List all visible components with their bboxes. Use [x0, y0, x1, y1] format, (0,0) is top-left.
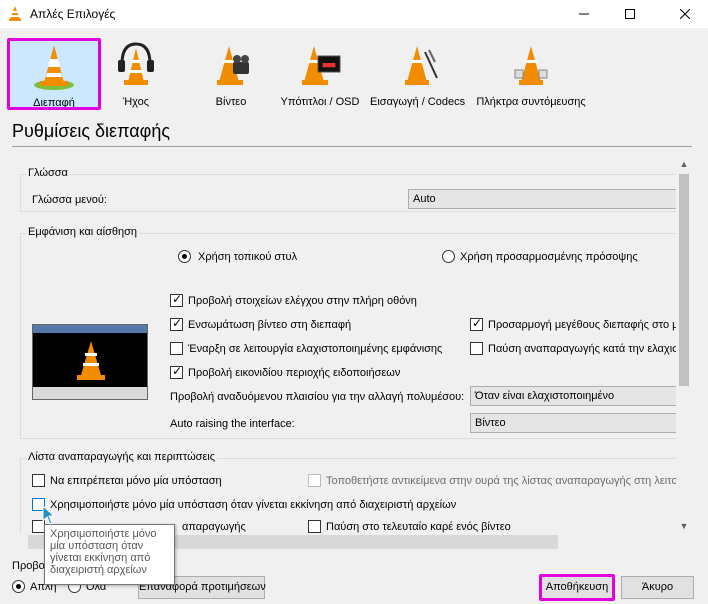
resize-interface-label: Προσαρμογή μεγέθους διεπαφής στο μ [488, 319, 679, 331]
minimal-mode-checkbox[interactable] [170, 342, 183, 355]
tooltip-line: Χρησιμοποιήστε μόνο [50, 528, 157, 540]
fullscreen-controls-checkbox[interactable] [170, 292, 183, 307]
custom-skin-label: Χρήση προσαρμοσμένης πρόσοψης [460, 251, 638, 263]
pause-last-frame-label: Παύση στο τελευταίο καρέ ενός βίντεο [326, 521, 511, 533]
look-feel-group-title: Εμφάνιση και αίσθηση [26, 226, 140, 238]
one-instance-checkbox[interactable] [32, 474, 45, 487]
category-label: Βίντεο [215, 96, 247, 108]
category-toolbar: Διεπαφή Ήχος Βίντεο ■■■ Υπότιτλοι / OSD … [0, 28, 708, 112]
enqueue-checkbox[interactable] [308, 474, 321, 487]
scroll-up-icon[interactable]: ▲ [676, 156, 692, 172]
video-cone-icon [209, 42, 253, 93]
native-style-radio[interactable] [178, 250, 191, 263]
enqueue-label: Τοποθετήστε αντικείμενα στην ουρά της λί… [326, 475, 684, 487]
vertical-scrollbar[interactable]: ▲ ▼ [676, 156, 692, 534]
close-button[interactable] [662, 0, 708, 28]
embed-video-label: Ενσωμάτωση βίντεο στη διεπαφή [188, 319, 352, 331]
input-codecs-cone-icon [395, 42, 439, 93]
settings-panel: Γλώσσα Γλώσσα μενού: Auto Εμφάνιση και α… [12, 156, 692, 534]
title-separator [12, 146, 692, 147]
fullscreen-controls-label: Προβολή στοιχείων ελέγχου στην πλήρη οθό… [188, 295, 417, 307]
vlc-cone-icon [7, 5, 23, 24]
one-instance-label: Να επιτρέπεται μόνο μία υπόσταση [50, 475, 222, 487]
audio-headphones-icon [114, 42, 158, 93]
playlist-group-title: Λίστα αναπαραγωγής και περιπτώσεις [26, 451, 218, 463]
category-hotkeys[interactable]: Πλήκτρα συντόμευσης [476, 39, 586, 109]
systray-icon-label: Προβολή εικονιδίου περιοχής ειδοποιήσεων [188, 367, 401, 379]
tooltip-line: γίνεται εκκίνηση από [50, 552, 151, 564]
hotkeys-cone-icon [509, 42, 553, 93]
resize-interface-checkbox[interactable] [470, 316, 483, 331]
category-label: Υπότιτλοι / OSD [280, 96, 360, 108]
category-label: Εισαγωγή / Codecs [370, 96, 466, 108]
language-group-title: Γλώσσα [26, 167, 70, 179]
minimize-button[interactable] [561, 0, 607, 28]
media-change-popup-label: Προβολή αναδυόμενου πλαισίου για την αλλ… [170, 391, 465, 403]
menu-language-select[interactable]: Auto [408, 189, 680, 209]
auto-raise-label: Auto raising the interface: [170, 418, 295, 430]
menu-language-label: Γλώσσα μενού: [32, 194, 107, 206]
tooltip: Χρησιμοποιήστε μόνο μία υπόσταση όταν γί… [44, 524, 175, 585]
scrollbar-thumb[interactable] [679, 174, 689, 386]
svg-text:■■■: ■■■ [323, 61, 336, 69]
window-title: Απλές Επιλογές [30, 7, 116, 21]
category-video[interactable]: Βίντεο [196, 39, 266, 109]
category-label: Πλήκτρα συντόμευσης [476, 96, 586, 108]
category-subtitles[interactable]: ■■■ Υπότιτλοι / OSD [280, 39, 360, 109]
tooltip-line: διαχειριστή αρχείων [50, 564, 147, 576]
show-settings-label: Προβο [12, 560, 45, 572]
subtitles-cone-icon: ■■■ [298, 42, 342, 93]
pause-minimized-checkbox[interactable] [470, 342, 483, 355]
media-change-popup-select[interactable]: Όταν είναι ελαχιστοποιημένο [470, 386, 680, 406]
scroll-down-icon[interactable]: ▼ [676, 518, 692, 534]
pause-last-frame-checkbox[interactable] [308, 520, 321, 533]
pause-minimized-label: Παύση αναπαραγωγής κατά την ελαχισ [488, 343, 679, 355]
page-title: Ρυθμίσεις διεπαφής [12, 121, 171, 141]
native-style-label: Χρήση τοπικού στυλ [198, 251, 298, 263]
auto-raise-select[interactable]: Βίντεο [470, 413, 680, 433]
category-highlight [7, 38, 101, 110]
category-input-codecs[interactable]: Εισαγωγή / Codecs [370, 39, 466, 109]
systray-icon-checkbox[interactable] [170, 364, 183, 379]
category-audio[interactable]: Ήχος [104, 39, 168, 109]
embed-video-checkbox[interactable] [170, 316, 183, 331]
category-label: Ήχος [122, 96, 150, 108]
playlist-option-label: απαραγωγής [182, 521, 246, 533]
maximize-button[interactable] [607, 0, 653, 28]
cancel-button[interactable]: Άκυρο [621, 576, 694, 599]
save-button-highlight [539, 574, 615, 601]
interface-preview-image [32, 324, 148, 400]
custom-skin-radio[interactable] [442, 250, 455, 263]
simple-settings-radio[interactable] [12, 580, 25, 593]
title-bar: Απλές Επιλογές [0, 0, 708, 28]
mouse-pointer-icon [42, 504, 56, 528]
tooltip-line: μία υπόσταση όταν [50, 540, 144, 552]
minimal-mode-label: Έναρξη σε λειτουργία ελαχιστοποιημένης ε… [188, 343, 443, 355]
one-instance-file-manager-label: Χρησιμοποιήστε μόνο μία υπόσταση όταν γί… [50, 499, 457, 511]
